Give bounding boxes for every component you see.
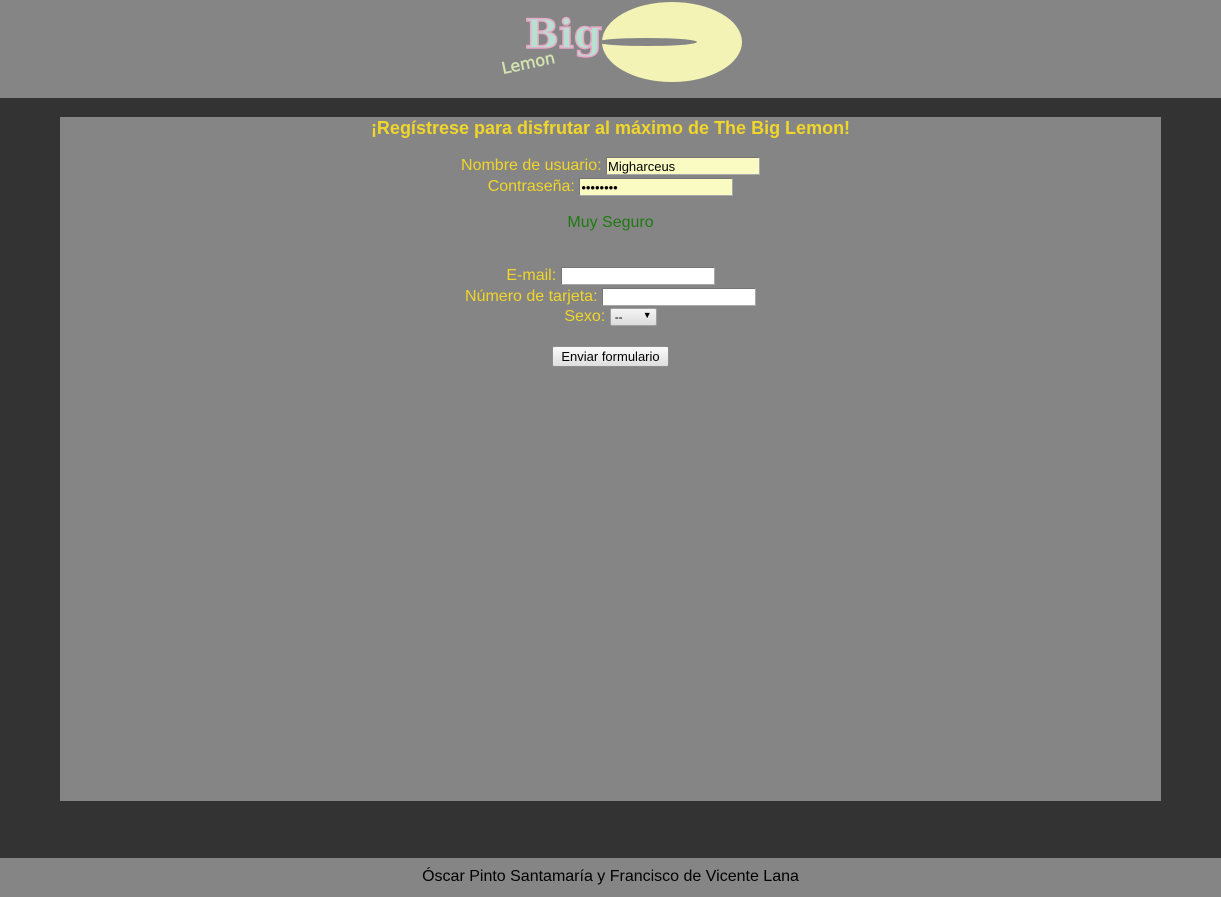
page-title: ¡Regístrese para disfrutar al máximo de … <box>370 118 851 138</box>
email-input[interactable] <box>560 267 715 285</box>
header: Big Lemon <box>0 0 1221 98</box>
username-row: Nombre de usuario: <box>60 157 1161 175</box>
sex-label: Sexo: <box>564 308 606 325</box>
logo-text-lemon: Lemon <box>500 48 557 78</box>
username-input[interactable] <box>605 157 760 175</box>
sex-select[interactable]: -- ▼ <box>609 308 657 326</box>
sex-selected-value: -- <box>614 310 623 324</box>
email-label: E-mail: <box>506 267 557 284</box>
chevron-down-icon: ▼ <box>642 310 652 320</box>
footer-credits: Óscar Pinto Santamaría y Francisco de Vi… <box>422 868 799 885</box>
username-label: Nombre de usuario: <box>461 157 602 174</box>
submit-button[interactable]: Enviar formulario <box>552 346 669 367</box>
sex-row: Sexo: -- ▼ <box>60 308 1161 326</box>
password-label: Contraseña: <box>487 178 575 195</box>
card-label: Número de tarjeta: <box>465 288 598 305</box>
password-strength: Muy Seguro <box>567 214 654 231</box>
card-row: Número de tarjeta: <box>60 288 1161 306</box>
card-number-input[interactable] <box>601 288 756 306</box>
big-lemon-logo: Big Lemon <box>497 0 747 90</box>
registration-panel: ¡Regístrese para disfrutar al máximo de … <box>60 117 1161 801</box>
password-input[interactable] <box>579 178 734 196</box>
password-row: Contraseña: <box>60 178 1161 196</box>
footer: Óscar Pinto Santamaría y Francisco de Vi… <box>0 858 1221 897</box>
email-row: E-mail: <box>60 267 1161 285</box>
